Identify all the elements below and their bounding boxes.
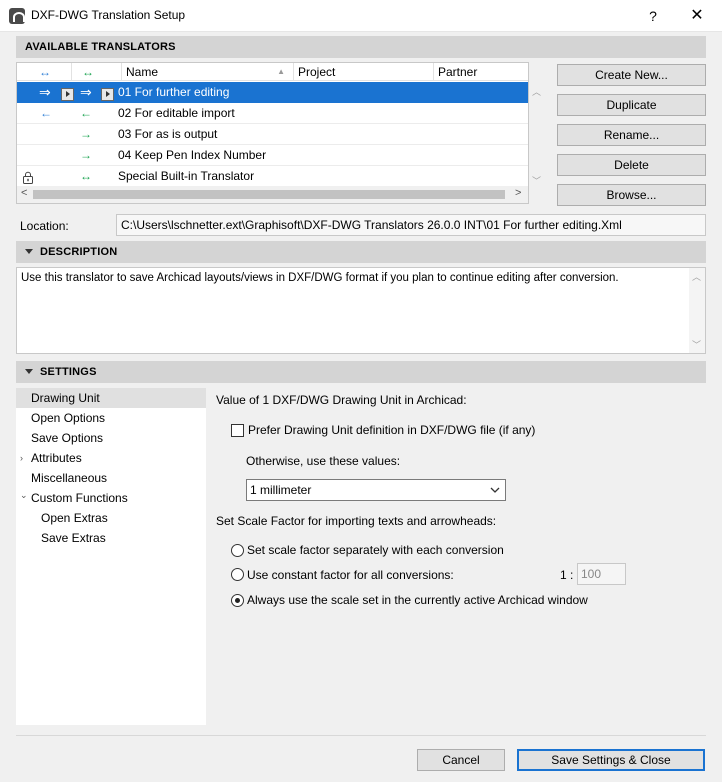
translator-name: 04 Keep Pen Index Number [118,148,267,162]
translator-name: 01 For further editing [118,85,230,99]
column-header-name-label: Name [126,65,159,79]
column-header-project[interactable]: Project [293,63,433,81]
drawing-unit-title: Value of 1 DXF/DWG Drawing Unit in Archi… [216,393,467,407]
nav-item-label: Open Extras [41,511,108,525]
description-title: DESCRIPTION [40,246,118,258]
prefer-drawing-unit-label[interactable]: Prefer Drawing Unit definition in DXF/DW… [248,423,535,437]
nav-item-label: Save Extras [41,531,106,545]
translator-name: 02 For editable import [118,106,235,120]
scale-ratio-prefix: 1 : [560,568,574,582]
column-header-partner[interactable]: Partner [433,63,528,81]
description-textarea[interactable]: Use this translator to save Archicad lay… [16,267,706,354]
duplicate-button[interactable]: Duplicate [557,94,706,116]
nav-item-open-extras[interactable]: Open Extras [16,508,206,528]
rename-button[interactable]: Rename... [557,124,706,146]
scale-factor-title: Set Scale Factor for importing texts and… [216,514,497,528]
save-settings-close-button[interactable]: Save Settings & Close [517,749,705,771]
scroll-down-icon[interactable]: ﹀ [532,174,542,187]
prefer-drawing-unit-checkbox[interactable] [231,424,244,437]
nav-item-label: Drawing Unit [31,391,100,405]
output-arrow-icon: → [80,127,92,141]
available-translators-title: AVAILABLE TRANSLATORS [25,41,176,53]
import-arrow-icon: ← [80,106,92,120]
translators-list[interactable]: ↔ ↔ Name ▲ Project Partner ⇒ ⇒ 01 For fu… [16,62,529,204]
scroll-up-icon[interactable]: ︿ [532,85,542,98]
translator-name: Special Built-in Translator [118,169,255,183]
location-path-field: C:\Users\lschnetter.ext\Graphisoft\DXF-D… [116,214,706,236]
chevron-down-icon[interactable]: ⌄ [20,485,28,505]
chevron-right-icon[interactable]: › [20,448,23,468]
column-header-partner-direction[interactable]: ↔ [71,63,121,81]
close-button[interactable]: ✕ [684,6,710,26]
radio-constant-factor[interactable] [231,568,244,581]
radio-active-window-scale-label[interactable]: Always use the scale set in the currentl… [247,593,588,607]
nav-item-miscellaneous[interactable]: Miscellaneous [16,468,206,488]
sort-ascending-icon: ▲ [277,67,285,76]
play-toggle-icon[interactable] [61,85,74,105]
translator-row[interactable]: ↔ Special Built-in Translator [17,166,528,187]
scroll-down-icon[interactable]: ﹀ [692,338,701,351]
settings-nav-tree: Drawing Unit Open Options Save Options ›… [16,388,206,725]
nav-item-label: Save Options [31,431,104,445]
radio-scale-separately[interactable] [231,544,244,557]
archicad-app-icon [9,8,25,24]
chevron-down-icon [490,480,500,508]
export-arrow-icon: ⇒ [39,84,51,100]
browse-button[interactable]: Browse... [557,184,706,206]
description-scrollbar[interactable]: ︿ ﹀ [689,268,705,353]
radio-scale-separately-label[interactable]: Set scale factor separately with each co… [247,543,504,557]
translator-row[interactable]: → 03 For as is output [17,124,528,145]
scale-factor-input[interactable]: 100 [577,563,626,585]
radio-active-window-scale[interactable] [231,594,244,607]
translators-list-header: ↔ ↔ Name ▲ Project Partner [17,63,528,81]
nav-item-save-options[interactable]: Save Options [16,428,206,448]
settings-header[interactable]: SETTINGS [16,361,706,383]
nav-item-label: Attributes [31,451,82,465]
description-text: Use this translator to save Archicad lay… [21,272,619,284]
column-header-name[interactable]: Name ▲ [121,63,293,81]
translator-row[interactable]: → 04 Keep Pen Index Number [17,145,528,166]
bidirectional-arrow-icon: ↔ [80,169,92,183]
collapse-triangle-icon [25,248,33,254]
window-title: DXF-DWG Translation Setup [31,8,186,22]
otherwise-label: Otherwise, use these values: [246,454,401,468]
delete-button[interactable]: Delete [557,154,706,176]
description-header[interactable]: DESCRIPTION [16,241,706,263]
nav-item-label: Open Options [31,411,106,425]
create-new-button[interactable]: Create New... [557,64,706,86]
translator-row[interactable]: ⇒ ⇒ 01 For further editing [17,82,528,103]
title-bar: DXF-DWG Translation Setup ? ✕ [0,0,722,32]
scrollbar-thumb[interactable] [33,190,505,199]
nav-item-label: Custom Functions [31,491,128,505]
translator-row[interactable]: ← ← 02 For editable import [17,103,528,124]
nav-item-drawing-unit[interactable]: Drawing Unit [16,388,206,408]
nav-item-label: Miscellaneous [31,471,108,485]
drawing-unit-value: 1 millimeter [250,483,312,497]
available-translators-header: AVAILABLE TRANSLATORS [16,36,706,58]
cancel-button[interactable]: Cancel [417,749,505,771]
help-button[interactable]: ? [640,6,666,26]
column-header-project-direction[interactable]: ↔ [31,63,67,81]
translator-name: 03 For as is output [118,127,218,141]
scroll-left-icon[interactable]: < [21,187,27,199]
scroll-up-icon[interactable]: ︿ [692,270,701,283]
nav-item-open-options[interactable]: Open Options [16,408,206,428]
nav-item-custom-functions[interactable]: ⌄ Custom Functions [16,488,206,508]
horizontal-scrollbar[interactable]: < > [17,186,528,203]
radio-constant-factor-label[interactable]: Use constant factor for all conversions: [247,568,454,582]
export-arrow-icon: ⇒ [80,84,92,100]
collapse-triangle-icon [25,368,33,374]
footer-divider [16,735,706,736]
output-arrow-icon: → [80,148,92,162]
play-toggle-icon[interactable] [101,85,114,105]
settings-title: SETTINGS [40,366,97,378]
drawing-unit-select[interactable]: 1 millimeter [246,479,506,501]
scroll-right-icon[interactable]: > [515,187,521,199]
import-arrow-icon: ← [40,106,52,120]
location-label: Location: [20,219,69,233]
nav-item-attributes[interactable]: › Attributes [16,448,206,468]
nav-item-save-extras[interactable]: Save Extras [16,528,206,548]
